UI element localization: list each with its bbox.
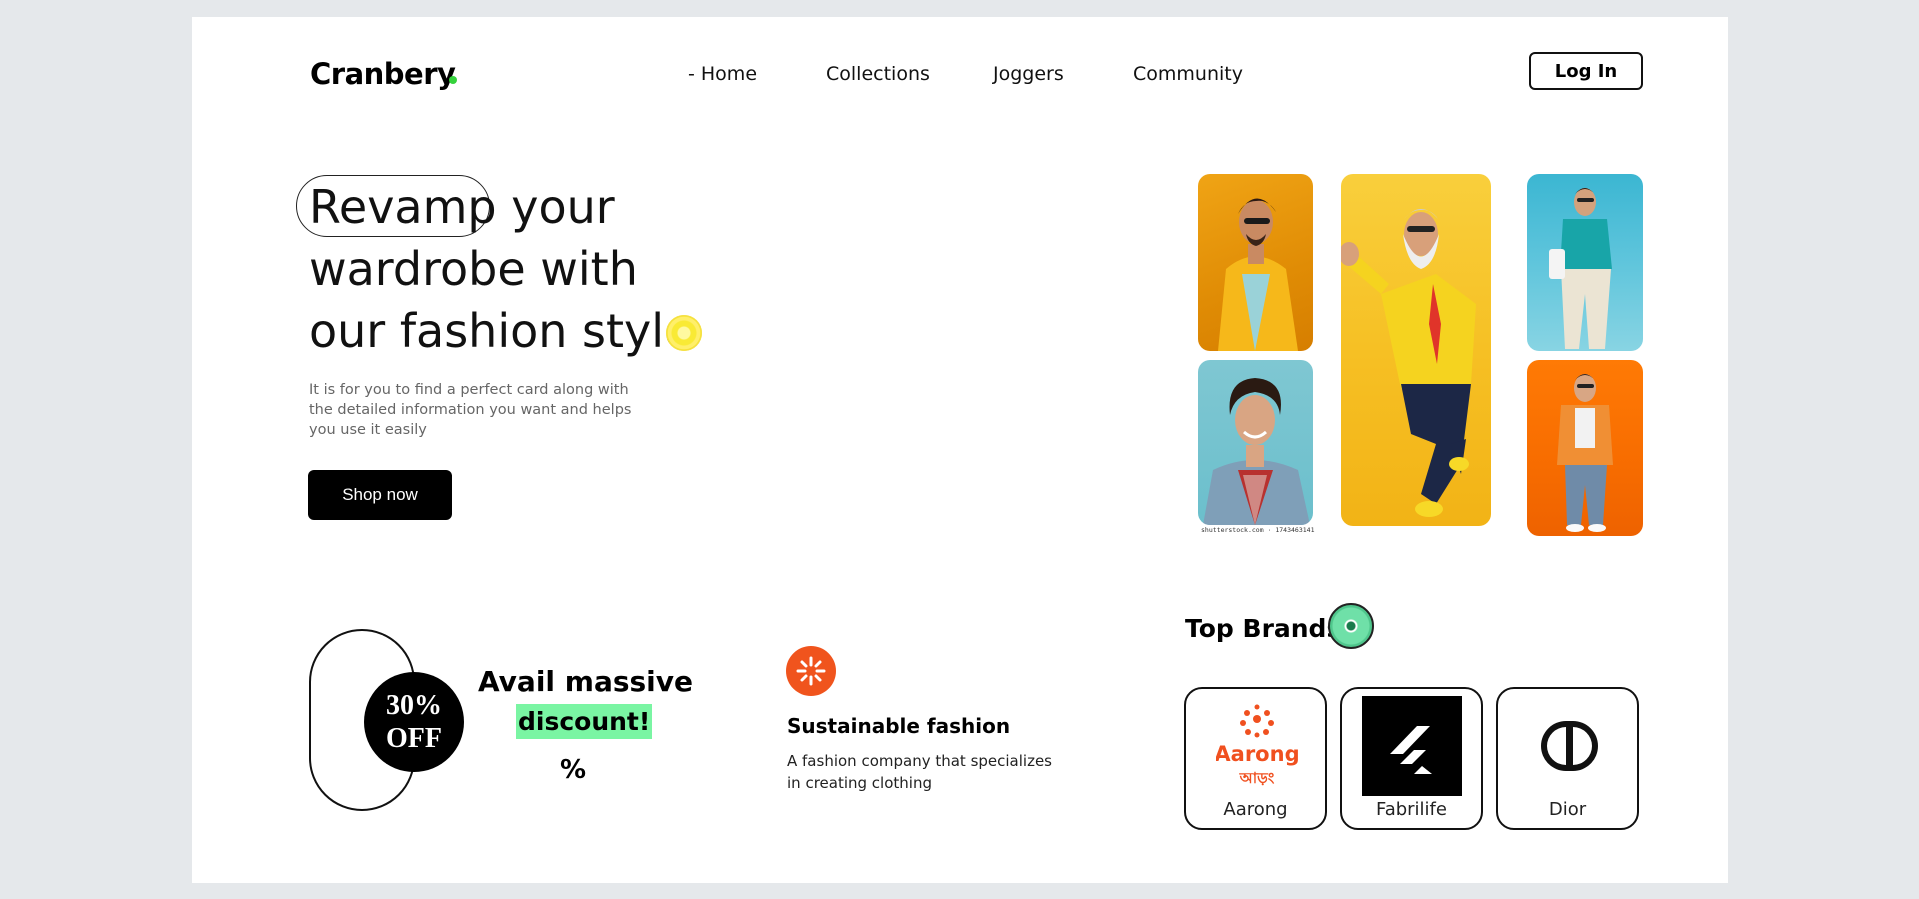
hero-heading-line1: Revamp your	[309, 179, 615, 235]
brand-card-fabrilife[interactable]: Fabrilife	[1340, 687, 1483, 830]
hero-heading-line2: wardrobe with	[309, 242, 638, 296]
logo[interactable]: Cranbery	[310, 57, 456, 91]
offer-title: Avail massive	[478, 665, 694, 698]
eye-icon	[1328, 603, 1374, 649]
aarong-logo-subtext: আড়ং	[1239, 769, 1275, 787]
dior-logo-icon	[1541, 721, 1598, 771]
brand-name-aarong: Aarong	[1223, 799, 1288, 820]
brands-title: Top Brands	[1185, 614, 1342, 643]
photo-watermark: shutterstock.com · 1743463141	[1201, 526, 1315, 534]
aarong-logo-text: Aarong	[1216, 742, 1298, 766]
percent-icon: %	[560, 755, 587, 785]
nav-joggers[interactable]: Joggers	[993, 63, 1064, 85]
fabrilife-logo-icon	[1362, 696, 1462, 796]
lemon-slice-icon	[666, 315, 702, 351]
offer-highlight: discount!	[516, 704, 653, 739]
shop-now-button[interactable]: Shop now	[308, 470, 452, 520]
brand-card-dior[interactable]: Dior	[1496, 687, 1639, 830]
model-photo-orange-jacket	[1527, 360, 1643, 536]
discount-badge: 30% OFF	[364, 672, 464, 772]
sparkle-icon	[786, 646, 836, 696]
model-photo-yellow-jacket	[1198, 174, 1313, 351]
brand-name-fabrilife: Fabrilife	[1376, 799, 1447, 820]
feature-title: Sustainable fashion	[787, 714, 1011, 738]
model-photo-denim-jacket	[1198, 360, 1313, 525]
aarong-logo-icon: Aarong আড়ং	[1216, 704, 1298, 787]
discount-badge-off: OFF	[386, 723, 442, 754]
nav-community[interactable]: Community	[1133, 63, 1243, 85]
hero-highlight-word: Revamp	[309, 180, 497, 234]
hero-description: It is for you to find a perfect card alo…	[309, 382, 632, 438]
nav-home[interactable]: - Home	[688, 63, 757, 85]
login-button[interactable]: Log In	[1529, 52, 1643, 90]
model-photo-dancing-man	[1341, 174, 1491, 526]
logo-dot	[449, 76, 457, 84]
feature-description: A fashion company that specializes in cr…	[787, 752, 1052, 792]
nav-collections[interactable]: Collections	[826, 63, 930, 85]
hero-line1-rest: your	[511, 180, 615, 234]
brand-card-aarong[interactable]: Aarong আড়ং Aarong	[1184, 687, 1327, 830]
hero-heading-line3: our fashion style	[309, 304, 693, 358]
page: Cranbery - Home Collections Joggers Comm…	[192, 17, 1728, 883]
brand-name-dior: Dior	[1548, 799, 1587, 820]
discount-badge-percent: 30%	[386, 690, 442, 721]
model-photo-teal-shirt	[1527, 174, 1643, 351]
